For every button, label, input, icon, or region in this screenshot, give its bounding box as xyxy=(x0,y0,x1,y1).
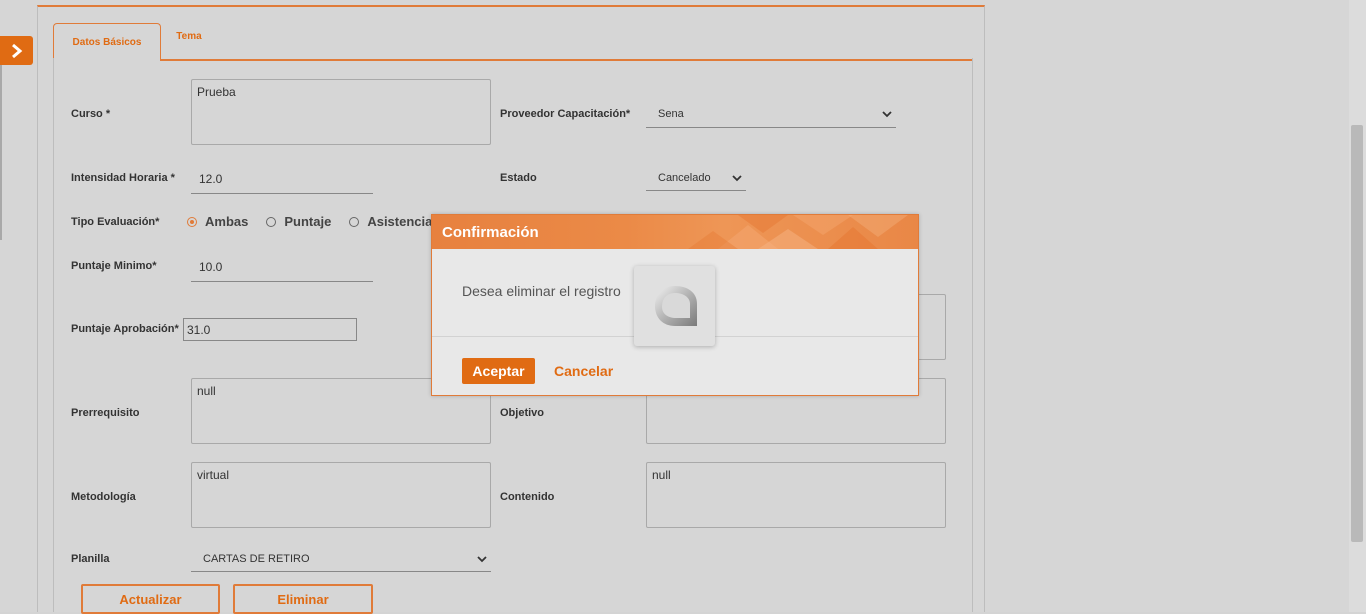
puntaje-aprobacion-input[interactable]: 31.0 xyxy=(183,318,357,341)
app-logo-loader-icon xyxy=(654,286,697,326)
sidebar-toggle-button[interactable] xyxy=(0,36,33,65)
prerrequisito-label: Prerrequisito xyxy=(71,407,140,419)
radio-puntaje-label: Puntaje xyxy=(284,214,332,229)
radio-option-ambas[interactable]: Ambas xyxy=(187,214,248,229)
dialog-message: Desea eliminar el registro xyxy=(462,283,621,299)
puntaje-aprobacion-label: Puntaje Aprobación* xyxy=(71,323,179,335)
dialog-header: Confirmación xyxy=(432,215,918,249)
estado-selected-value: Cancelado xyxy=(658,171,711,184)
radio-ambas-label: Ambas xyxy=(205,214,249,229)
proveedor-selected-value: Sena xyxy=(658,108,684,120)
radio-asistencia[interactable] xyxy=(349,216,360,227)
estado-label: Estado xyxy=(500,172,537,184)
objetivo-label: Objetivo xyxy=(500,407,545,419)
chevron-down-icon xyxy=(477,555,487,562)
tipo-evaluacion-radio-group: Ambas Puntaje Asistencia xyxy=(187,214,450,229)
radio-ambas[interactable] xyxy=(187,216,197,227)
curso-label: Curso * xyxy=(71,108,111,120)
cancel-button[interactable]: Cancelar xyxy=(554,358,613,384)
estado-select[interactable]: Cancelado xyxy=(646,165,746,191)
left-edge-divider xyxy=(0,65,2,240)
actualizar-button[interactable]: Actualizar xyxy=(81,584,220,614)
chevron-down-icon xyxy=(882,111,892,118)
tab-bar: Datos Básicos Tema xyxy=(53,23,973,61)
radio-puntaje[interactable] xyxy=(266,216,277,227)
metodologia-label: Metodología xyxy=(71,491,136,503)
intensidad-label: Intensidad Horaria * xyxy=(71,172,175,184)
tab-datos-basicos[interactable]: Datos Básicos xyxy=(53,23,161,61)
contenido-field[interactable]: null xyxy=(646,462,946,528)
tipo-evaluacion-label: Tipo Evaluación* xyxy=(71,216,160,228)
planilla-label: Planilla xyxy=(71,553,110,565)
header-pattern-decoration xyxy=(688,215,908,249)
loading-indicator xyxy=(634,266,715,346)
vertical-scrollbar[interactable] xyxy=(1349,0,1366,612)
planilla-select[interactable]: CARTAS DE RETIRO xyxy=(191,546,491,572)
contenido-label: Contenido xyxy=(500,491,555,503)
chevron-down-icon xyxy=(732,174,742,181)
radio-option-asistencia[interactable]: Asistencia xyxy=(349,214,432,229)
chevron-right-icon xyxy=(11,43,22,58)
eliminar-button[interactable]: Eliminar xyxy=(233,584,373,614)
tab-tema[interactable]: Tema xyxy=(165,19,213,54)
puntaje-minimo-label: Puntaje Minimo* xyxy=(71,260,157,272)
proveedor-select[interactable]: Sena xyxy=(646,101,896,128)
dialog-title: Confirmación xyxy=(442,223,539,241)
scrollbar-thumb[interactable] xyxy=(1351,125,1363,542)
curso-field[interactable]: Prueba xyxy=(191,79,491,145)
puntaje-minimo-input[interactable]: 10.0 xyxy=(191,252,373,282)
proveedor-label: Proveedor Capacitación* xyxy=(500,108,631,120)
radio-asistencia-label: Asistencia xyxy=(367,214,433,229)
page: Datos Básicos Tema Curso * Prueba Intens… xyxy=(0,0,1366,614)
metodologia-field[interactable]: virtual xyxy=(191,462,491,528)
radio-option-puntaje[interactable]: Puntaje xyxy=(266,214,331,229)
planilla-selected-value: CARTAS DE RETIRO xyxy=(203,552,310,565)
accept-button[interactable]: Aceptar xyxy=(462,358,535,384)
intensidad-input[interactable]: 12.0 xyxy=(191,164,373,194)
